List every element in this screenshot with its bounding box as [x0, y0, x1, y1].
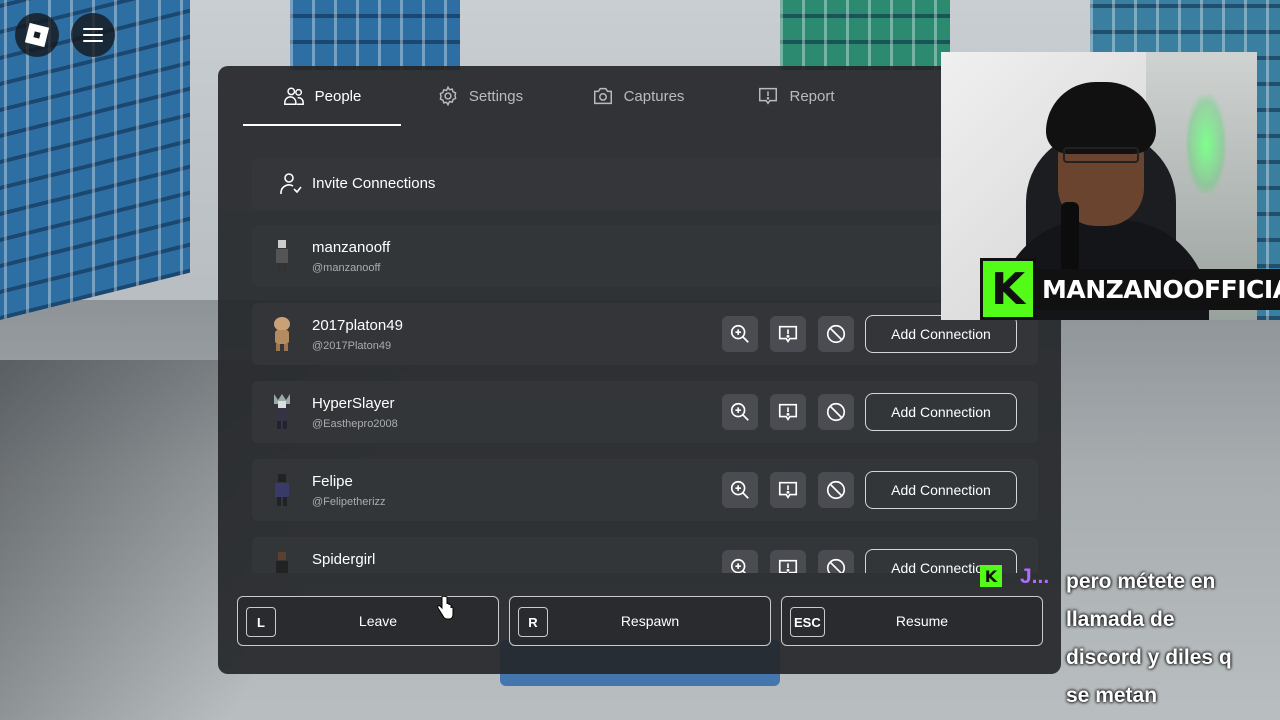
- block-icon: [826, 558, 846, 573]
- tab-label: Settings: [468, 87, 524, 105]
- tab-label: Captures: [623, 87, 685, 105]
- keybind-badge: ESC: [790, 607, 825, 637]
- invite-connections-label: Invite Connections: [312, 175, 436, 192]
- report-player-button[interactable]: [770, 472, 806, 508]
- report-icon: [778, 559, 798, 573]
- menu-button[interactable]: [71, 13, 115, 57]
- people-icon: [283, 85, 305, 107]
- tab-people[interactable]: People: [243, 66, 401, 126]
- tab-label: Report: [789, 87, 835, 105]
- player-avatar: [270, 548, 294, 573]
- zoom-in-icon: [730, 324, 749, 343]
- player-display-name: 2017platon49: [312, 317, 403, 334]
- leave-button[interactable]: L Leave: [237, 596, 499, 646]
- add-connection-button[interactable]: Add Connection: [865, 315, 1017, 353]
- inspect-button[interactable]: [722, 316, 758, 352]
- tab-label: People: [314, 87, 362, 105]
- roblox-logo-icon: [24, 22, 50, 48]
- player-row: manzanooff @manzanooff: [252, 225, 1038, 287]
- block-player-button[interactable]: [818, 316, 854, 352]
- zoom-in-icon: [730, 558, 747, 573]
- zoom-in-icon: [730, 402, 749, 421]
- kick-badge-icon: K: [980, 565, 1002, 587]
- inspect-button[interactable]: [722, 394, 758, 430]
- inspect-button[interactable]: [722, 472, 758, 508]
- block-icon: [826, 324, 846, 344]
- report-player-button[interactable]: [770, 316, 806, 352]
- streamer-hair: [1046, 82, 1156, 154]
- player-row: Felipe @Felipetherizz Add Connection: [252, 459, 1038, 521]
- player-row: 2017platon49 @2017Platon49 Add Connectio…: [252, 303, 1038, 365]
- report-icon: [778, 325, 798, 343]
- block-player-button[interactable]: [818, 550, 854, 573]
- building: [290, 0, 460, 70]
- invite-connections-button[interactable]: Invite Connections: [252, 158, 1038, 210]
- respawn-label: Respawn: [620, 613, 680, 629]
- leave-label: Leave: [358, 613, 398, 629]
- block-player-button[interactable]: [818, 472, 854, 508]
- player-username: @Easthepro2008: [312, 418, 398, 430]
- game-menu-panel: People Settings Captures Report Invite C…: [218, 66, 1061, 674]
- zoom-in-icon: [730, 480, 749, 499]
- inspect-button[interactable]: [722, 550, 758, 573]
- player-username: @2017Platon49: [312, 340, 392, 352]
- green-light: [1186, 94, 1226, 194]
- player-display-name: Felipe: [312, 473, 353, 490]
- player-row: HyperSlayer @Easthepro2008 Add Connectio…: [252, 381, 1038, 443]
- block-player-button[interactable]: [818, 394, 854, 430]
- hamburger-icon: [83, 28, 103, 42]
- building: [780, 0, 950, 70]
- chat-message: pero métete en llamada de discord y dile…: [1066, 570, 1232, 707]
- player-avatar: [270, 392, 294, 432]
- block-icon: [826, 402, 846, 422]
- player-display-name: Spidergirl: [312, 551, 376, 568]
- player-display-name: manzanooff: [312, 239, 391, 256]
- respawn-button[interactable]: R Respawn: [509, 596, 771, 646]
- player-display-name: HyperSlayer: [312, 395, 395, 412]
- report-player-button[interactable]: [770, 394, 806, 430]
- block-icon: [826, 480, 846, 500]
- report-flag-icon: [757, 85, 779, 107]
- player-avatar: [270, 470, 294, 510]
- player-username: @manzanooff: [312, 262, 381, 274]
- report-icon: [778, 481, 798, 499]
- player-row: Spidergirl Add Connection: [252, 537, 1038, 573]
- resume-button[interactable]: ESC Resume: [781, 596, 1043, 646]
- tab-settings[interactable]: Settings: [401, 66, 559, 126]
- report-player-button[interactable]: [770, 550, 806, 573]
- player-avatar: [270, 314, 294, 354]
- tab-report[interactable]: Report: [717, 66, 875, 126]
- report-icon: [778, 403, 798, 421]
- keybind-badge: R: [518, 607, 548, 637]
- chat-username: J...: [1020, 565, 1050, 588]
- player-avatar: [270, 236, 294, 276]
- invite-person-icon: [280, 172, 302, 196]
- tab-captures[interactable]: Captures: [559, 66, 717, 126]
- glasses: [1063, 147, 1139, 163]
- roblox-logo-button[interactable]: [15, 13, 59, 57]
- channel-brand: K MANZANOOFFICIAL: [980, 258, 1280, 320]
- menu-tabs: People Settings Captures Report: [243, 66, 1043, 126]
- add-connection-button[interactable]: Add Connection: [865, 393, 1017, 431]
- channel-name: MANZANOOFFICIAL: [1034, 268, 1280, 310]
- player-username: @Felipetherizz: [312, 496, 386, 508]
- hand-cursor-icon: [437, 596, 454, 620]
- add-connection-button[interactable]: Add Connection: [865, 471, 1017, 509]
- menu-bottom-bar: L Leave R Respawn ESC Resume: [237, 596, 1043, 646]
- keybind-badge: L: [246, 607, 276, 637]
- kick-logo-icon: K: [980, 258, 1036, 320]
- camera-icon: [592, 85, 614, 107]
- gear-icon: [437, 85, 459, 107]
- people-list: Invite Connections manzanooff @manzanoof…: [252, 158, 1038, 573]
